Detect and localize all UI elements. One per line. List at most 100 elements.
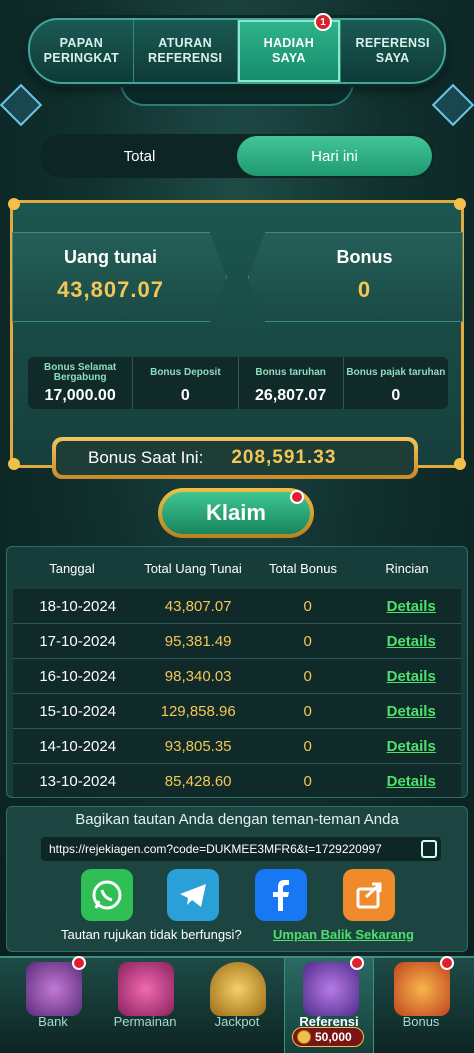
header-date: Tanggal bbox=[49, 560, 95, 576]
details-link[interactable]: Details bbox=[361, 668, 461, 685]
bonus-breakdown: Bonus Selamat Bergabung 17,000.00 Bonus … bbox=[28, 357, 448, 409]
link-not-working-note: Tautan rujukan tidak berfungsi? bbox=[61, 927, 242, 942]
nav-label: Bank bbox=[38, 1014, 68, 1029]
stat-bet-tax-bonus: Bonus pajak taruhan 0 bbox=[344, 357, 448, 409]
frame-corner-ornament bbox=[8, 198, 20, 210]
stat-value: 17,000.00 bbox=[44, 387, 116, 404]
nav-bank[interactable]: Bank bbox=[8, 958, 98, 1053]
current-bonus-value: 208,591.33 bbox=[231, 447, 337, 468]
nav-label: Permainan bbox=[113, 1014, 177, 1029]
referral-coin-badge: 50,000 bbox=[292, 1027, 364, 1047]
claim-notification-dot bbox=[290, 490, 304, 504]
tab-leaderboard[interactable]: PAPAN PERINGKAT bbox=[30, 20, 134, 82]
stat-welcome-bonus: Bonus Selamat Bergabung 17,000.00 bbox=[28, 357, 134, 409]
tab-my-referrals[interactable]: REFERENSI SAYA bbox=[341, 20, 444, 82]
row-total-cash: 85,428.60 bbox=[164, 772, 232, 790]
period-today-option[interactable]: Hari ini bbox=[237, 136, 432, 176]
tab-bar-arch bbox=[120, 82, 354, 106]
stat-value: 0 bbox=[180, 387, 190, 404]
stat-deposit-bonus: Bonus Deposit 0 bbox=[133, 357, 239, 409]
cash-label: Uang tunai bbox=[64, 247, 157, 267]
stat-label: Bonus Deposit bbox=[150, 367, 221, 378]
row-date: 16-10-2024 bbox=[39, 667, 117, 685]
table-row: 13-10-2024 85,428.60 0 Details bbox=[13, 764, 461, 797]
row-date: 13-10-2024 bbox=[39, 772, 117, 790]
stat-label: Bonus taruhan bbox=[255, 367, 326, 378]
telegram-icon[interactable] bbox=[167, 869, 219, 921]
table-row: 17-10-2024 95,381.49 0 Details bbox=[13, 624, 461, 659]
frame-corner-ornament bbox=[8, 458, 20, 470]
header-total-cash: Total Uang Tunai bbox=[144, 560, 242, 576]
details-link[interactable]: Details bbox=[361, 598, 461, 615]
row-total-bonus: 0 bbox=[303, 702, 312, 720]
row-total-bonus: 0 bbox=[303, 632, 312, 650]
details-link[interactable]: Details bbox=[361, 633, 461, 650]
row-total-bonus: 0 bbox=[303, 597, 312, 615]
row-total-cash: 129,858.96 bbox=[160, 702, 236, 720]
nav-label: Bonus bbox=[402, 1014, 440, 1029]
nav-label: Jackpot bbox=[214, 1014, 260, 1029]
share-panel: Bagikan tautan Anda dengan teman-teman A… bbox=[6, 806, 468, 952]
table-row: 15-10-2024 129,858.96 0 Details bbox=[13, 694, 461, 729]
facebook-icon[interactable] bbox=[255, 869, 307, 921]
bonus-notification-dot bbox=[440, 956, 454, 970]
period-total-option[interactable]: Total bbox=[42, 136, 237, 176]
frame-corner-ornament bbox=[454, 458, 466, 470]
header-details: Rincian bbox=[385, 560, 429, 576]
row-date: 18-10-2024 bbox=[39, 597, 117, 615]
row-total-cash: 93,805.35 bbox=[164, 737, 232, 755]
bonus-card: Bonus 0 bbox=[248, 232, 463, 322]
stat-value: 26,807.07 bbox=[255, 387, 327, 404]
gift-icon bbox=[394, 962, 450, 1016]
frame-corner-ornament bbox=[454, 198, 466, 210]
coin-amount: 50,000 bbox=[315, 1030, 352, 1044]
nav-games[interactable]: Permainan bbox=[100, 958, 190, 1053]
row-date: 15-10-2024 bbox=[39, 702, 117, 720]
row-total-cash: 98,340.03 bbox=[164, 667, 232, 685]
tab-notification-badge: 1 bbox=[314, 13, 332, 31]
bonus-label: Bonus bbox=[336, 247, 393, 267]
bank-notification-dot bbox=[72, 956, 86, 970]
table-row: 14-10-2024 93,805.35 0 Details bbox=[13, 729, 461, 764]
details-link[interactable]: Details bbox=[361, 773, 461, 790]
claim-button-label: Klaim bbox=[162, 492, 310, 534]
referral-link-text: https://rejekiagen.com?code=DUKMEE3MFR6&… bbox=[49, 842, 382, 856]
whatsapp-icon[interactable] bbox=[81, 869, 133, 921]
trophy-icon bbox=[210, 962, 266, 1016]
slot-machine-icon bbox=[118, 962, 174, 1016]
share-title: Bagikan tautan Anda dengan teman-teman A… bbox=[75, 811, 399, 828]
table-row: 18-10-2024 43,807.07 0 Details bbox=[13, 589, 461, 624]
cash-value: 43,807.07 bbox=[57, 277, 164, 302]
table-header: Tanggal Total Uang Tunai Total Bonus Rin… bbox=[7, 547, 467, 589]
copy-icon[interactable] bbox=[421, 840, 437, 858]
share-icon[interactable] bbox=[343, 869, 395, 921]
feedback-link[interactable]: Umpan Balik Sekarang bbox=[273, 927, 414, 942]
stat-value: 0 bbox=[391, 387, 401, 404]
referral-icon bbox=[303, 962, 359, 1016]
row-total-bonus: 0 bbox=[303, 772, 312, 790]
nav-jackpot[interactable]: Jackpot bbox=[192, 958, 282, 1053]
diamond-ornament-right bbox=[431, 83, 474, 127]
details-link[interactable]: Details bbox=[361, 738, 461, 755]
referral-link-field[interactable]: https://rejekiagen.com?code=DUKMEE3MFR6&… bbox=[41, 837, 441, 861]
row-date: 17-10-2024 bbox=[39, 632, 117, 650]
reward-history-table: Tanggal Total Uang Tunai Total Bonus Rin… bbox=[6, 546, 468, 798]
stat-bet-bonus: Bonus taruhan 26,807.07 bbox=[239, 357, 344, 409]
stat-label: Bonus Selamat Bergabung bbox=[44, 362, 117, 383]
current-bonus-label: Bonus Saat Ini: bbox=[88, 448, 204, 467]
diamond-ornament-left bbox=[0, 83, 43, 127]
referral-notification-dot bbox=[350, 956, 364, 970]
details-link[interactable]: Details bbox=[361, 703, 461, 720]
bottom-navigation: Bank Permainan Jackpot Referensi Bonus bbox=[0, 956, 474, 1053]
referral-tab-bar: PAPAN PERINGKAT ATURAN REFERENSI HADIAH … bbox=[28, 18, 446, 84]
current-bonus-bar: Bonus Saat Ini: 208,591.33 bbox=[52, 437, 418, 479]
tab-referral-rules[interactable]: ATURAN REFERENSI bbox=[134, 20, 238, 82]
cash-card: Uang tunai 43,807.07 bbox=[12, 232, 227, 322]
row-total-cash: 43,807.07 bbox=[164, 597, 232, 615]
coin-icon bbox=[297, 1030, 311, 1044]
table-row: 16-10-2024 98,340.03 0 Details bbox=[13, 659, 461, 694]
nav-bonus[interactable]: Bonus bbox=[376, 958, 466, 1053]
stat-label: Bonus pajak taruhan bbox=[346, 367, 446, 378]
period-toggle: Total Hari ini bbox=[40, 134, 434, 178]
bank-icon bbox=[26, 962, 82, 1016]
